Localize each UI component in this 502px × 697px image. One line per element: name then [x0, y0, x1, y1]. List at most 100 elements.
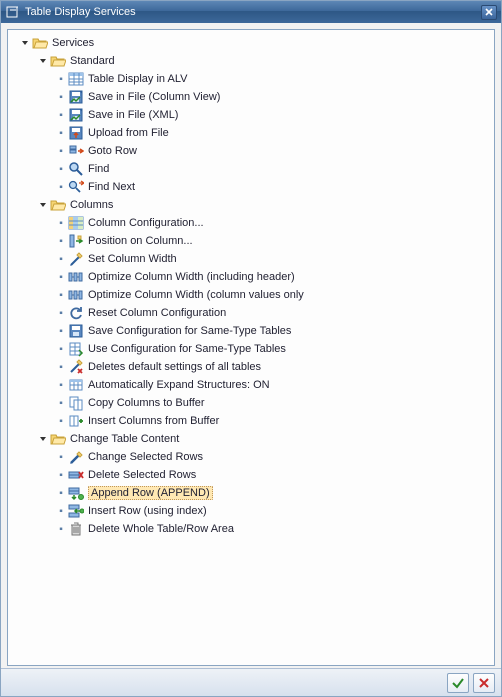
copy-columns-buffer-item[interactable]: ▪Copy Columns to Buffer [8, 394, 494, 412]
close-button[interactable] [481, 5, 497, 20]
window: Table Display Services Services Standard ▪… [0, 0, 502, 697]
save-file-icon [68, 107, 84, 123]
column-configuration-item[interactable]: ▪Column Configuration... [8, 214, 494, 232]
upload-from-file-item[interactable]: ▪ Upload from File [8, 124, 494, 142]
set-column-width-item[interactable]: ▪Set Column Width [8, 250, 494, 268]
goto-row-item[interactable]: ▪Goto Row [8, 142, 494, 160]
services-node[interactable]: Services [8, 34, 494, 52]
table-display-alv-item[interactable]: ▪Table Display in ALV [8, 70, 494, 88]
reset-column-config-item[interactable]: ▪Reset Column Configuration [8, 304, 494, 322]
cancel-button[interactable] [473, 673, 495, 693]
folder-open-icon [50, 197, 66, 213]
change-selected-rows-item[interactable]: ▪ Change Selected Rows [8, 448, 494, 466]
tree-item-label: Upload from File [88, 127, 169, 139]
bullet-icon: ▪ [56, 452, 66, 463]
bullet-icon: ▪ [56, 416, 66, 427]
bullet-icon: ▪ [56, 128, 66, 139]
tree-item-label: Position on Column... [88, 235, 193, 247]
bullet-icon: ▪ [56, 344, 66, 355]
bullet-icon: ▪ [56, 488, 66, 499]
expander-icon[interactable] [38, 56, 48, 66]
delete-whole-table-item[interactable]: ▪ Delete Whole Table/Row Area [8, 520, 494, 538]
delete-defaults-item[interactable]: ▪Deletes default settings of all tables [8, 358, 494, 376]
tree-item-label: Set Column Width [88, 253, 177, 265]
bullet-icon: ▪ [56, 164, 66, 175]
expander-icon[interactable] [20, 38, 30, 48]
save-config-same-type-item[interactable]: ▪ Save Configuration for Same-Type Tables [8, 322, 494, 340]
tree-item-label: Deletes default settings of all tables [88, 361, 261, 373]
find-item[interactable]: ▪ Find [8, 160, 494, 178]
insert-columns-icon [68, 413, 84, 429]
tree-item-label: Save Configuration for Same-Type Tables [88, 325, 291, 337]
save-config-icon [68, 323, 84, 339]
find-next-icon [68, 179, 84, 195]
save-in-file-xml-item[interactable]: ▪ Save in File (XML) [8, 106, 494, 124]
goto-row-icon [68, 143, 84, 159]
save-file-icon [68, 89, 84, 105]
position-on-column-item[interactable]: ▪Position on Column... [8, 232, 494, 250]
insert-row-item[interactable]: ▪ Insert Row (using index) [8, 502, 494, 520]
tree-item-label: Columns [70, 199, 113, 211]
bullet-icon: ▪ [56, 506, 66, 517]
tree-item-label: Insert Row (using index) [88, 505, 207, 517]
pencil-icon [68, 449, 84, 465]
delete-selected-rows-item[interactable]: ▪ Delete Selected Rows [8, 466, 494, 484]
expander-icon[interactable] [38, 200, 48, 210]
tree-item-label: Change Table Content [70, 433, 179, 445]
tree-item-label: Find [88, 163, 109, 175]
bullet-icon: ▪ [56, 290, 66, 301]
bullet-icon: ▪ [56, 110, 66, 121]
tree-item-label: Save in File (XML) [88, 109, 178, 121]
auto-expand-item[interactable]: ▪Automatically Expand Structures: ON [8, 376, 494, 394]
bullet-icon: ▪ [56, 326, 66, 337]
delete-row-icon [68, 467, 84, 483]
copy-columns-icon [68, 395, 84, 411]
insert-columns-buffer-item[interactable]: ▪ Insert Columns from Buffer [8, 412, 494, 430]
tree-item-label: Table Display in ALV [88, 73, 187, 85]
window-title: Table Display Services [25, 6, 481, 18]
optimize-width-header-item[interactable]: ▪Optimize Column Width (including header… [8, 268, 494, 286]
tree-item-label: Standard [70, 55, 115, 67]
titlebar: Table Display Services [1, 1, 501, 23]
append-row-item[interactable]: ▪Append Row (APPEND) [8, 484, 494, 502]
change-table-node[interactable]: Change Table Content [8, 430, 494, 448]
confirm-button[interactable] [447, 673, 469, 693]
tree-item-label: Delete Whole Table/Row Area [88, 523, 234, 535]
use-config-icon [68, 341, 84, 357]
optimize-width-values-item[interactable]: ▪Optimize Column Width (column values on… [8, 286, 494, 304]
tree-item-label: Change Selected Rows [88, 451, 203, 463]
columns-config-icon [68, 215, 84, 231]
standard-node[interactable]: Standard [8, 52, 494, 70]
bullet-icon: ▪ [56, 470, 66, 481]
delete-table-icon [68, 521, 84, 537]
bullet-icon: ▪ [56, 92, 66, 103]
folder-open-icon [50, 53, 66, 69]
tree-item-label: Insert Columns from Buffer [88, 415, 219, 427]
tree-item-label: Use Configuration for Same-Type Tables [88, 343, 286, 355]
tree-item-label: Services [52, 37, 94, 49]
tree-item-label: Column Configuration... [88, 217, 204, 229]
tree-view[interactable]: ServicesStandard▪Table Display in ALV▪Sa… [7, 29, 495, 666]
tree-item-label: Automatically Expand Structures: ON [88, 379, 270, 391]
append-row-icon [68, 485, 84, 501]
bullet-icon: ▪ [56, 272, 66, 283]
delete-settings-icon [68, 359, 84, 375]
tree-item-label: Delete Selected Rows [88, 469, 196, 481]
use-config-same-type-item[interactable]: ▪ Use Configuration for Same-Type Tables [8, 340, 494, 358]
find-next-item[interactable]: ▪Find Next [8, 178, 494, 196]
expand-struct-icon [68, 377, 84, 393]
bullet-icon: ▪ [56, 524, 66, 535]
columns-node[interactable]: Columns [8, 196, 494, 214]
upload-icon [68, 125, 84, 141]
footer-toolbar [1, 668, 501, 696]
tree-item-label: Goto Row [88, 145, 137, 157]
save-in-file-column-item[interactable]: ▪Save in File (Column View) [8, 88, 494, 106]
bullet-icon: ▪ [56, 308, 66, 319]
insert-row-icon [68, 503, 84, 519]
expander-icon[interactable] [38, 434, 48, 444]
position-column-icon [68, 233, 84, 249]
optimize-width-icon [68, 287, 84, 303]
optimize-width-icon [68, 269, 84, 285]
app-icon [5, 5, 19, 19]
set-width-icon [68, 251, 84, 267]
